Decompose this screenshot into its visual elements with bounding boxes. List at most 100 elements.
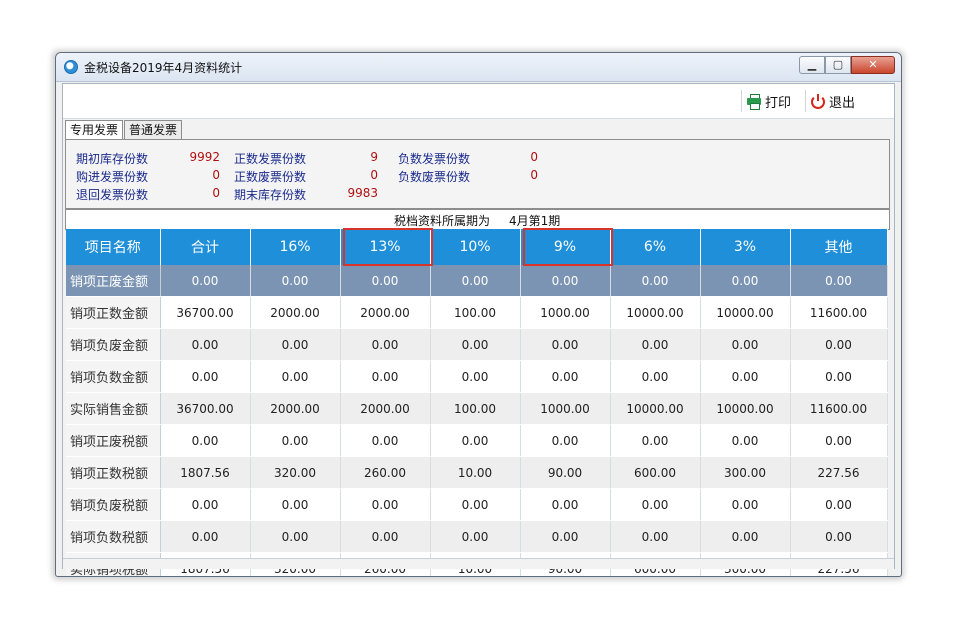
power-icon — [811, 94, 825, 109]
highlight-9-percent — [523, 228, 613, 266]
value-cell: 1000.00 — [520, 296, 611, 329]
table-row[interactable]: 销项正数税额 1807.56 320.00 260.00 10.00 90.00 600.0… — [66, 456, 888, 489]
maximize-button[interactable]: ▢ — [825, 56, 851, 74]
row-name-cell: 销项负废金额 — [66, 328, 161, 361]
value-cell: 0.00 — [610, 265, 701, 297]
column-header[interactable]: 10% — [430, 229, 521, 265]
value-cell: 2000.00 — [340, 296, 431, 329]
value-cell: 0.00 — [160, 424, 251, 457]
column-header[interactable]: 项目名称 — [66, 229, 161, 265]
value-cell: 36700.00 — [160, 392, 251, 425]
tab-special-invoice[interactable]: 专用发票 — [65, 120, 124, 140]
value-cell: 10000.00 — [610, 392, 701, 425]
row-name-cell: 销项正数金额 — [66, 296, 161, 329]
exit-label: 退出 — [829, 95, 856, 111]
row-name-cell: 销项正废税额 — [66, 424, 161, 457]
value-cell: 0.00 — [790, 520, 888, 553]
value-cell: 0.00 — [250, 520, 341, 553]
stats-panel: 期初库存份数 9992 购进发票份数 0 退回发票份数 0 正数发票份数 9 正数废票份… — [65, 139, 890, 209]
value-cell: 227.56 — [790, 456, 888, 489]
row-name-cell: 销项负数金额 — [66, 360, 161, 393]
exit-button[interactable]: 退出 — [811, 91, 855, 111]
value-cell: 0.00 — [340, 265, 431, 297]
column-header[interactable]: 3% — [700, 229, 791, 265]
column-header[interactable]: 合计 — [160, 229, 251, 265]
value-cell: 0.00 — [250, 488, 341, 521]
value-cell: 0.00 — [520, 520, 611, 553]
stat-positive-void: 正数废票份数 0 — [234, 168, 378, 184]
value-cell: 100.00 — [430, 392, 521, 425]
value-cell: 260.00 — [340, 456, 431, 489]
value-cell: 0.00 — [250, 424, 341, 457]
value-cell: 0.00 — [790, 488, 888, 521]
table-row[interactable]: 销项负废税额 0.00 0.00 0.00 0.00 0.00 0.00 0.00 0.00 — [66, 488, 888, 521]
close-button[interactable]: ✕ — [851, 56, 895, 74]
row-name-cell: 实际销售金额 — [66, 392, 161, 425]
highlight-13-percent — [343, 228, 433, 266]
value-cell: 0.00 — [520, 265, 611, 297]
table-row[interactable]: 销项正数金额 36700.00 2000.00 2000.00 100.00 1000.0… — [66, 296, 888, 329]
value-cell: 0.00 — [160, 360, 251, 393]
stat-opening-stock: 期初库存份数 9992 — [76, 150, 220, 166]
toolbar-separator — [805, 90, 806, 112]
title-bar[interactable]: 金税设备2019年4月资料统计 ▁ ▢ ✕ — [56, 53, 901, 82]
table-row[interactable]: 销项正废金额 0.00 0.00 0.00 0.00 0.00 0.00 0.00 0.00 — [66, 265, 888, 297]
stat-negative-void: 负数废票份数 0 — [398, 168, 538, 184]
value-cell: 0.00 — [790, 265, 888, 297]
value-cell: 0.00 — [430, 488, 521, 521]
value-cell: 2000.00 — [250, 296, 341, 329]
value-cell: 0.00 — [340, 424, 431, 457]
print-button[interactable]: 打印 — [747, 91, 791, 111]
row-name-cell: 销项正数税额 — [66, 456, 161, 489]
table-row[interactable]: 实际销售金额 36700.00 2000.00 2000.00 100.00 1000.0… — [66, 392, 888, 425]
value-cell: 0.00 — [610, 360, 701, 393]
value-cell: 0.00 — [160, 328, 251, 361]
stat-positive: 正数发票份数 9 — [234, 150, 378, 166]
value-cell: 0.00 — [340, 328, 431, 361]
minimize-button[interactable]: ▁ — [799, 56, 825, 74]
value-cell: 0.00 — [700, 265, 791, 297]
row-name-cell: 销项负废税额 — [66, 488, 161, 521]
tab-general-invoice[interactable]: 普通发票 — [124, 120, 183, 139]
value-cell: 0.00 — [430, 265, 521, 297]
value-cell: 100.00 — [430, 296, 521, 329]
table-row[interactable]: 销项负数税额 0.00 0.00 0.00 0.00 0.00 0.00 0.00 0.00 — [66, 520, 888, 553]
toolbar: 打印 退出 — [63, 84, 894, 119]
value-cell: 0.00 — [700, 360, 791, 393]
value-cell: 10000.00 — [610, 296, 701, 329]
row-name-cell: 销项负数税额 — [66, 520, 161, 553]
period-value: 4月第1期 — [509, 214, 561, 228]
printer-icon — [747, 94, 761, 110]
app-icon — [64, 60, 78, 74]
value-cell: 0.00 — [790, 424, 888, 457]
value-cell: 1000.00 — [520, 392, 611, 425]
value-cell: 320.00 — [250, 456, 341, 489]
stat-closing-stock: 期末库存份数 9983 — [234, 186, 378, 202]
table-row[interactable]: 销项负数金额 0.00 0.00 0.00 0.00 0.00 0.00 0.00 0.00 — [66, 360, 888, 393]
column-header[interactable]: 其他 — [790, 229, 888, 265]
stat-purchased: 购进发票份数 0 — [76, 168, 220, 184]
value-cell: 90.00 — [520, 456, 611, 489]
value-cell: 0.00 — [250, 265, 341, 297]
value-cell: 11600.00 — [790, 392, 888, 425]
value-cell: 0.00 — [340, 360, 431, 393]
toolbar-separator — [741, 90, 742, 112]
status-strip — [63, 558, 894, 569]
value-cell: 0.00 — [520, 360, 611, 393]
value-cell: 300.00 — [700, 456, 791, 489]
value-cell: 36700.00 — [160, 296, 251, 329]
print-label: 打印 — [765, 95, 792, 111]
table-row[interactable]: 销项正废税额 0.00 0.00 0.00 0.00 0.00 0.00 0.00 0.00 — [66, 424, 888, 457]
value-cell: 0.00 — [700, 328, 791, 361]
value-cell: 2000.00 — [340, 392, 431, 425]
value-cell: 0.00 — [520, 328, 611, 361]
value-cell: 0.00 — [520, 424, 611, 457]
table-row[interactable]: 销项负废金额 0.00 0.00 0.00 0.00 0.00 0.00 0.00 0.00 — [66, 328, 888, 361]
column-header[interactable]: 16% — [250, 229, 341, 265]
tax-statistics-table: 项目名称 合计 16% 13% 10% 9% 6% 3% 其他 销项正废金额 0.… — [66, 229, 888, 576]
column-header[interactable]: 6% — [610, 229, 701, 265]
value-cell: 0.00 — [340, 488, 431, 521]
value-cell: 0.00 — [610, 520, 701, 553]
value-cell: 0.00 — [340, 520, 431, 553]
value-cell: 10000.00 — [700, 296, 791, 329]
